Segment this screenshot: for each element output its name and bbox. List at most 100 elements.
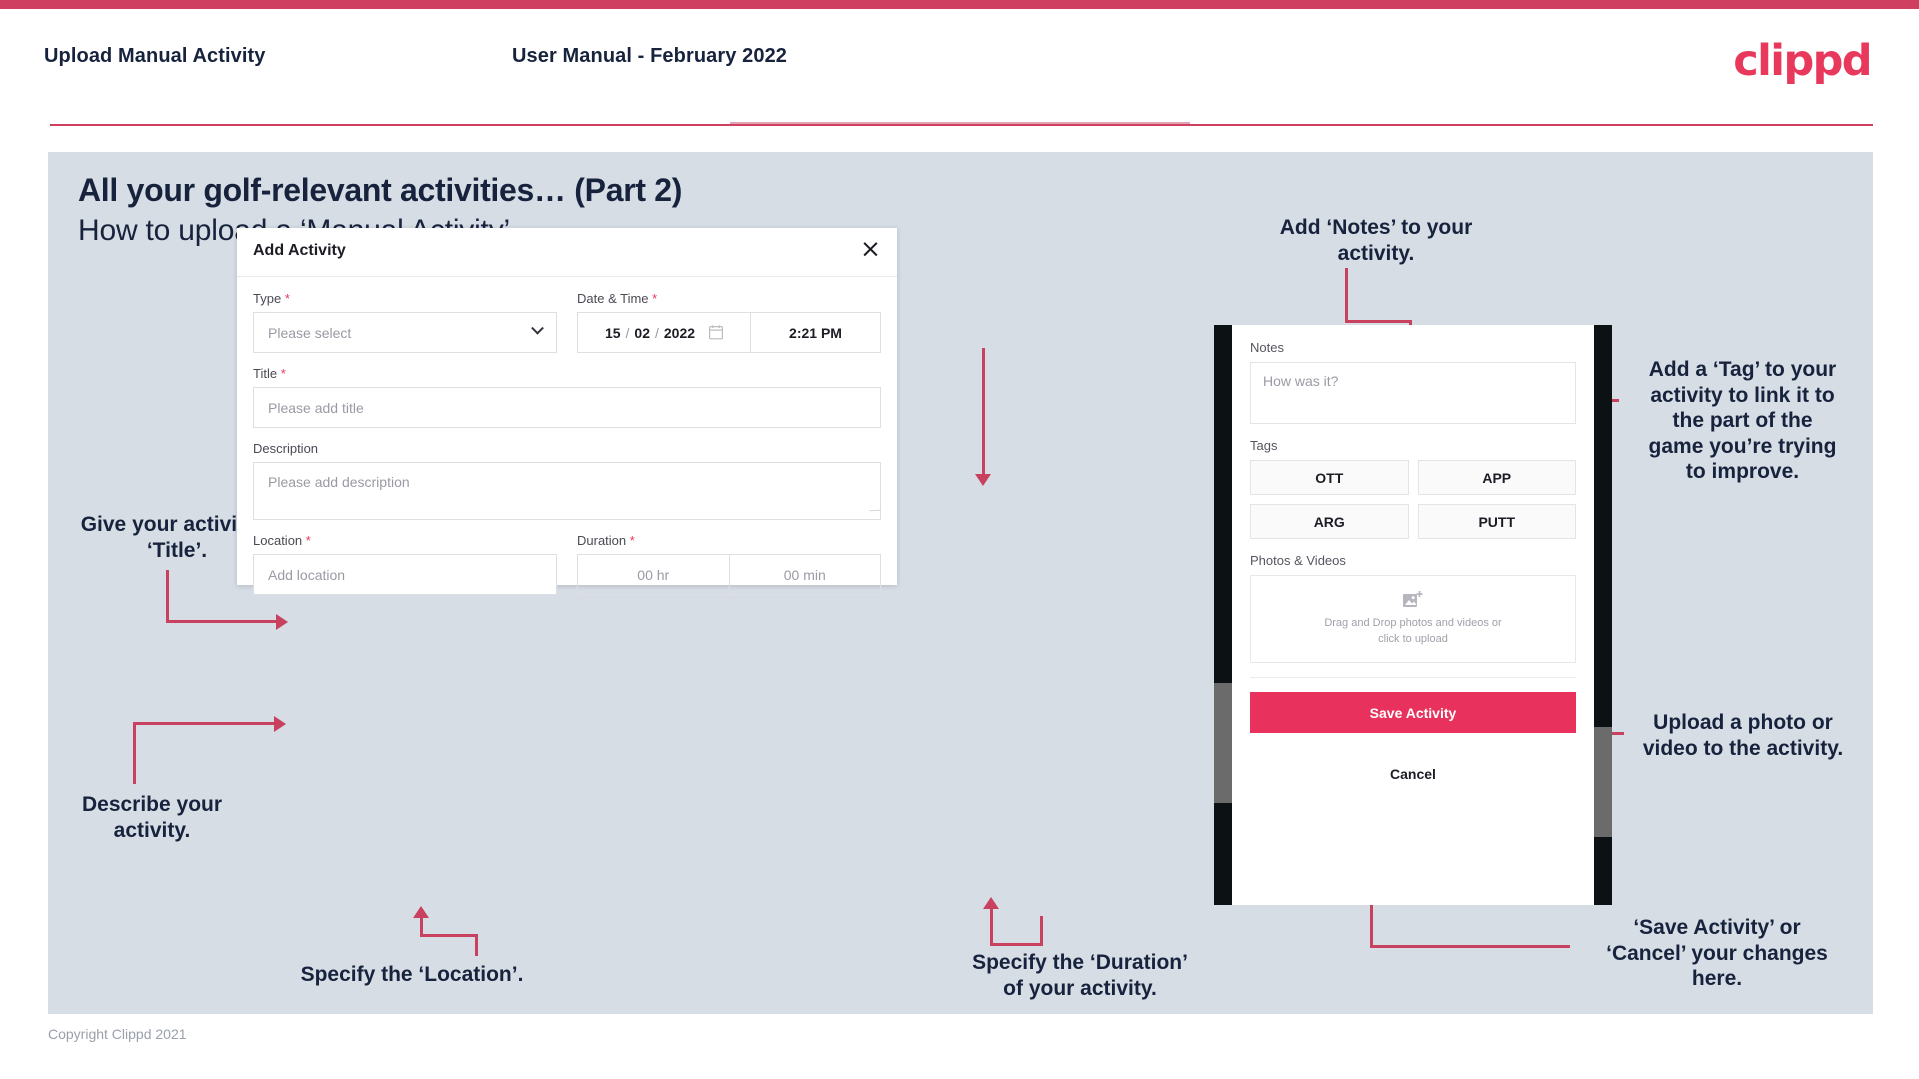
dialog-header: Add Activity × xyxy=(237,228,897,277)
tag-button-putt[interactable]: PUTT xyxy=(1417,504,1576,539)
connector-dur-arrow xyxy=(983,897,999,909)
tag-button-arg[interactable]: ARG xyxy=(1250,504,1409,539)
title-label: Title * xyxy=(253,366,286,381)
slide-page: Upload Manual Activity User Manual - Feb… xyxy=(0,0,1919,1079)
row-type-datetime: Type * Please select Date & Time * 15 / … xyxy=(253,291,881,353)
connector-notes-v1 xyxy=(1345,268,1348,322)
callout-location: Specify the ‘Location’. xyxy=(300,963,524,986)
resize-grip-icon[interactable]: ⟋ xyxy=(867,504,882,519)
description-placeholder: Please add description xyxy=(268,474,410,490)
field-description: Description Please add description ⟋ xyxy=(253,441,881,520)
field-datetime: Date & Time * 15 / 02 / 2022 2:21 PM xyxy=(577,291,881,353)
required-asterisk: * xyxy=(280,366,286,381)
dialog-body: Type * Please select Date & Time * 15 / … xyxy=(237,277,897,595)
row-location-duration: Location * Add location Duration * 00 hr… xyxy=(253,533,881,595)
phone-field-tags: Tags OTT APP ARG PUTT xyxy=(1250,438,1576,539)
location-input[interactable]: Add location xyxy=(253,554,557,595)
copyright-text: Copyright Clippd 2021 xyxy=(48,1026,187,1042)
connector-title-arrow xyxy=(276,614,288,630)
phone-left-bezel-lower xyxy=(1214,803,1232,905)
date-sep-2: / xyxy=(655,324,659,341)
required-asterisk: * xyxy=(305,533,311,548)
callout-save: ‘Save Activity’ or ‘Cancel’ your changes… xyxy=(1606,916,1828,991)
phone-power-button[interactable] xyxy=(1594,727,1612,837)
callout-notes: Add ‘Notes’ to your activity. xyxy=(1279,216,1473,265)
callout-description: Describe your activity. xyxy=(81,793,223,842)
type-select[interactable]: Please select xyxy=(253,312,557,353)
datetime-label: Date & Time * xyxy=(577,291,658,306)
add-activity-dialog: Add Activity × Type * Please select Date… xyxy=(237,228,897,595)
photos-label: Photos & Videos xyxy=(1250,553,1346,568)
dialog-title: Add Activity xyxy=(253,242,346,259)
close-icon[interactable]: × xyxy=(860,236,881,261)
connector-title-v xyxy=(166,570,169,623)
time-input[interactable]: 2:21 PM xyxy=(750,312,881,353)
connector-dur-v1 xyxy=(1040,916,1043,946)
connector-dt-arrow xyxy=(975,474,991,486)
clippd-logo: clippd xyxy=(1733,36,1872,86)
save-activity-button[interactable]: Save Activity xyxy=(1250,692,1576,733)
duration-hours-input[interactable]: 00 hr xyxy=(577,554,729,595)
notes-label: Notes xyxy=(1250,340,1284,355)
callout-upload: Upload a photo or video to the activity. xyxy=(1642,711,1844,760)
location-placeholder: Add location xyxy=(268,566,346,583)
connector-dt-v2 xyxy=(982,404,985,476)
connector-desc-v xyxy=(133,722,136,784)
notes-placeholder: How was it? xyxy=(1263,373,1339,389)
title-placeholder: Please add title xyxy=(268,399,364,416)
title-input[interactable]: Please add title xyxy=(253,387,881,428)
callout-tag: Add a ‘Tag’ to your activity to link it … xyxy=(1648,358,1837,484)
phone-right-bezel-lower xyxy=(1594,837,1612,905)
callout-duration: Specify the ‘Duration’ of your activity. xyxy=(972,951,1188,1000)
header-divider xyxy=(50,124,1873,126)
photo-dropzone[interactable]: Drag and Drop photos and videos or click… xyxy=(1250,575,1576,663)
add-image-icon xyxy=(1403,591,1423,608)
tag-button-ott[interactable]: OTT xyxy=(1250,460,1409,495)
date-input[interactable]: 15 / 02 / 2022 xyxy=(577,312,750,353)
field-title: Title * Please add title xyxy=(253,366,881,428)
top-accent-bar xyxy=(0,0,1919,9)
calendar-icon[interactable] xyxy=(709,325,724,340)
required-asterisk: * xyxy=(629,533,635,548)
duration-minutes-input[interactable]: 00 min xyxy=(728,554,881,595)
connector-dur-v2 xyxy=(990,906,993,946)
connector-save-h xyxy=(1370,945,1570,948)
connector-notes-h xyxy=(1345,320,1412,323)
description-textarea[interactable]: Please add description ⟋ xyxy=(253,462,881,520)
connector-loc-v2 xyxy=(475,934,478,956)
connector-desc-h xyxy=(133,722,278,725)
header-center-title: User Manual - February 2022 xyxy=(512,45,788,67)
datetime-group: 15 / 02 / 2022 2:21 PM xyxy=(577,312,881,353)
connector-loc-arrow xyxy=(413,906,429,918)
phone-field-notes: Notes How was it? xyxy=(1250,340,1576,424)
duration-label: Duration * xyxy=(577,533,635,548)
required-asterisk: * xyxy=(284,291,290,306)
connector-desc-arrow xyxy=(274,716,286,732)
phone-volume-button[interactable] xyxy=(1214,683,1232,803)
notes-textarea[interactable]: How was it? xyxy=(1250,362,1576,424)
phone-mockup: Notes How was it? Tags OTT APP ARG PUTT … xyxy=(1214,325,1612,905)
required-asterisk: * xyxy=(652,291,658,306)
field-type: Type * Please select xyxy=(253,291,557,353)
field-location: Location * Add location xyxy=(253,533,557,595)
tags-grid: OTT APP ARG PUTT xyxy=(1250,460,1576,539)
date-sep-1: / xyxy=(625,324,630,341)
cancel-button[interactable]: Cancel xyxy=(1250,755,1576,793)
dropzone-text: Drag and Drop photos and videos or click… xyxy=(1324,617,1502,645)
date-day: 15 xyxy=(604,324,621,341)
date-year: 2022 xyxy=(663,324,696,341)
connector-dt-v1 xyxy=(982,348,985,406)
tags-label: Tags xyxy=(1250,438,1278,453)
connector-dur-h xyxy=(990,943,1043,946)
connector-loc-v1 xyxy=(420,916,423,936)
type-label: Type * xyxy=(253,291,290,306)
chevron-down-icon xyxy=(531,321,544,335)
header-divider-highlight xyxy=(730,122,1190,124)
date-month: 02 xyxy=(634,324,650,341)
field-duration: Duration * 00 hr 00 min xyxy=(577,533,881,595)
tag-button-app[interactable]: APP xyxy=(1417,460,1576,495)
header-left-title: Upload Manual Activity xyxy=(44,45,266,67)
type-placeholder: Please select xyxy=(268,324,352,341)
duration-group: 00 hr 00 min xyxy=(577,554,881,595)
connector-loc-h xyxy=(420,934,478,937)
